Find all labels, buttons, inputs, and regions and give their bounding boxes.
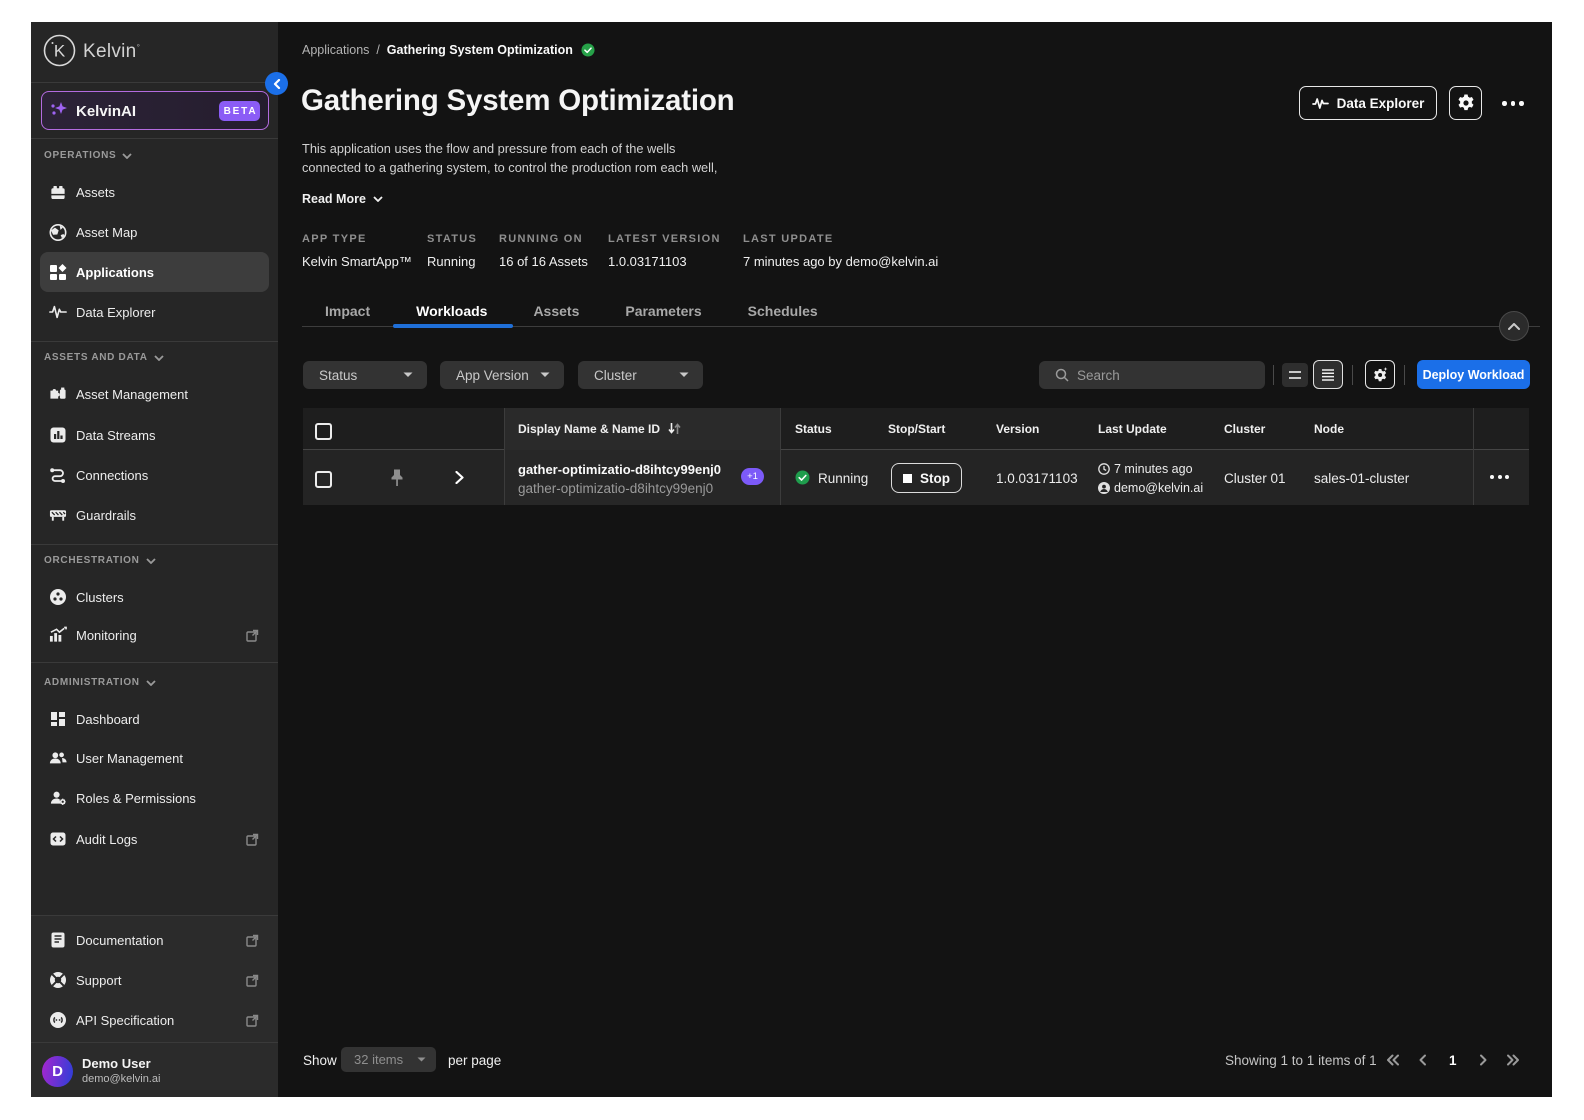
svg-text:K: K	[54, 42, 66, 61]
